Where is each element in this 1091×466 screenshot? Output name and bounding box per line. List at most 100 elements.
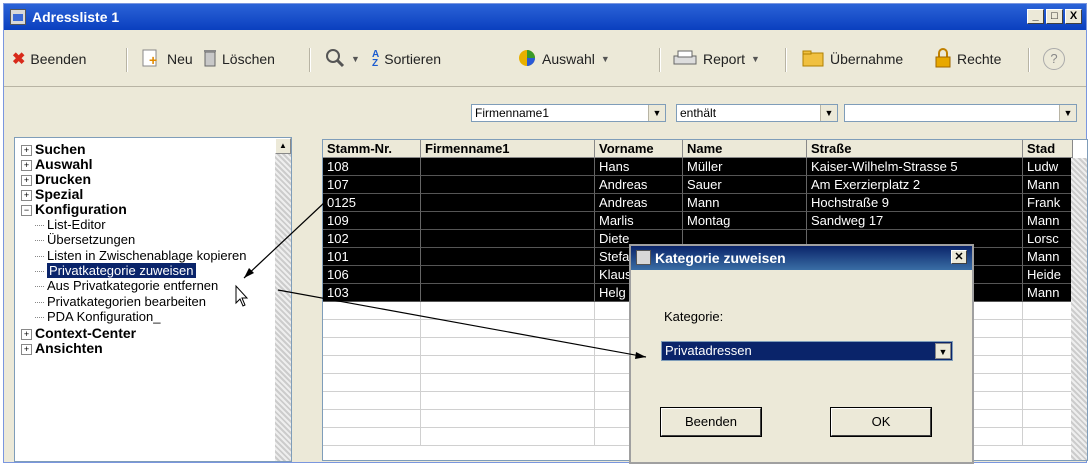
table-cell[interactable]	[421, 320, 595, 338]
table-cell[interactable]: Andreas	[595, 194, 683, 212]
collapse-icon[interactable]: −	[21, 205, 32, 216]
column-header[interactable]: Vorname	[595, 140, 683, 158]
table-cell[interactable]	[421, 176, 595, 194]
table-cell[interactable]: Andreas	[595, 176, 683, 194]
expand-icon[interactable]: +	[21, 344, 32, 355]
table-cell[interactable]: Müller	[683, 158, 807, 176]
table-cell[interactable]	[421, 410, 595, 428]
tree-item-privatkategorie-zuweisen[interactable]: Privatkategorie zuweisen	[33, 263, 196, 278]
table-cell[interactable]: Montag	[683, 212, 807, 230]
table-cell[interactable]	[323, 410, 421, 428]
table-cell[interactable]: Mann	[683, 194, 807, 212]
scroll-up-icon[interactable]: ▲	[275, 138, 291, 154]
table-cell[interactable]: Mann	[1023, 176, 1073, 194]
tree-node-context-center[interactable]: + Context-Center	[21, 326, 136, 341]
table-cell[interactable]: Lorsc	[1023, 230, 1073, 248]
table-cell[interactable]	[1023, 392, 1073, 410]
column-header[interactable]: Name	[683, 140, 807, 158]
table-cell[interactable]	[421, 284, 595, 302]
chevron-down-icon[interactable]: ▼	[820, 105, 837, 121]
table-cell[interactable]	[421, 212, 595, 230]
dialog-ok-button[interactable]: OK	[830, 407, 932, 437]
table-cell[interactable]	[323, 356, 421, 374]
table-cell[interactable]: 109	[323, 212, 421, 230]
table-cell[interactable]: Mann	[1023, 212, 1073, 230]
auswahl-button[interactable]: Auswahl ▼	[517, 46, 610, 72]
filter-field-select[interactable]: Firmenname1 ▼	[471, 104, 666, 122]
table-cell[interactable]: Marlis	[595, 212, 683, 230]
grid-scrollbar[interactable]	[1071, 158, 1087, 460]
chevron-down-icon[interactable]: ▼	[1059, 105, 1076, 121]
filter-operator-select[interactable]: enthält ▼	[676, 104, 838, 122]
table-cell[interactable]: 101	[323, 248, 421, 266]
tree-node-spezial[interactable]: + Spezial	[21, 187, 83, 202]
tree-item-pda-konfiguration[interactable]: PDA Konfiguration_	[33, 310, 160, 324]
tree-item-privatkategorien-bearbeiten[interactable]: Privatkategorien bearbeiten	[33, 295, 206, 309]
table-cell[interactable]: 103	[323, 284, 421, 302]
tree-node-auswahl[interactable]: + Auswahl	[21, 157, 93, 172]
table-cell[interactable]: Ludw	[1023, 158, 1073, 176]
kategorie-select[interactable]: Privatadressen ▼	[661, 341, 953, 361]
table-cell[interactable]	[323, 320, 421, 338]
table-cell[interactable]	[1023, 410, 1073, 428]
tree-item-aus-privatkategorie-entfernen[interactable]: Aus Privatkategorie entfernen	[33, 279, 218, 293]
table-cell[interactable]: Heide	[1023, 266, 1073, 284]
dialog-cancel-button[interactable]: Beenden	[660, 407, 762, 437]
tree-node-konfiguration[interactable]: − Konfiguration	[21, 202, 127, 217]
table-cell[interactable]: Kaiser-Wilhelm-Strasse 5	[807, 158, 1023, 176]
tree-item-uebersetzungen[interactable]: Übersetzungen	[33, 233, 135, 247]
table-cell[interactable]: Mann	[1023, 248, 1073, 266]
table-cell[interactable]	[421, 356, 595, 374]
table-cell[interactable]: Hochstraße 9	[807, 194, 1023, 212]
title-bar[interactable]: Adressliste 1 _ □ X	[4, 4, 1086, 30]
table-cell[interactable]	[421, 428, 595, 446]
table-cell[interactable]: 106	[323, 266, 421, 284]
uebernahme-button[interactable]: Übernahme	[801, 46, 903, 72]
table-cell[interactable]	[421, 248, 595, 266]
search-button[interactable]: ▼	[324, 46, 360, 72]
table-cell[interactable]	[421, 158, 595, 176]
beenden-button[interactable]: ✖ Beenden	[12, 46, 86, 72]
dialog-title-bar[interactable]: Kategorie zuweisen ✕	[631, 246, 972, 270]
column-header[interactable]: Firmenname1	[421, 140, 595, 158]
table-cell[interactable]	[421, 302, 595, 320]
table-row[interactable]: 107 Andreas Sauer Am Exerzierplatz 2 Mann	[323, 176, 1073, 194]
table-cell[interactable]	[323, 338, 421, 356]
table-cell[interactable]: Am Exerzierplatz 2	[807, 176, 1023, 194]
table-cell[interactable]	[421, 194, 595, 212]
table-row[interactable]: 0125 Andreas Mann Hochstraße 9 Frank	[323, 194, 1073, 212]
table-cell[interactable]	[323, 428, 421, 446]
column-header[interactable]: Straße	[807, 140, 1023, 158]
tree-item-list-editor[interactable]: List-Editor	[33, 218, 106, 232]
rechte-button[interactable]: Rechte	[934, 46, 1001, 72]
tree-node-drucken[interactable]: + Drucken	[21, 172, 91, 187]
expand-icon[interactable]: +	[21, 145, 32, 156]
dialog-close-icon[interactable]: ✕	[951, 250, 967, 264]
tree-node-ansichten[interactable]: + Ansichten	[21, 341, 103, 356]
minimize-button[interactable]: _	[1027, 9, 1044, 24]
loeschen-button[interactable]: Löschen	[203, 46, 275, 72]
table-cell[interactable]	[1023, 338, 1073, 356]
table-cell[interactable]	[421, 230, 595, 248]
table-cell[interactable]	[1023, 356, 1073, 374]
table-row[interactable]: 108 Hans Müller Kaiser-Wilhelm-Strasse 5 Lud…	[323, 158, 1073, 176]
expand-icon[interactable]: +	[21, 160, 32, 171]
table-cell[interactable]	[323, 302, 421, 320]
table-cell[interactable]	[1023, 302, 1073, 320]
table-cell[interactable]: 107	[323, 176, 421, 194]
table-cell[interactable]	[1023, 374, 1073, 392]
table-cell[interactable]	[1023, 320, 1073, 338]
close-button[interactable]: X	[1065, 9, 1082, 24]
table-cell[interactable]: 108	[323, 158, 421, 176]
expand-icon[interactable]: +	[21, 175, 32, 186]
tree-scrollbar[interactable]: ▲	[275, 138, 291, 461]
table-cell[interactable]	[421, 338, 595, 356]
sortieren-button[interactable]: AZ Sortieren	[372, 46, 441, 72]
maximize-button[interactable]: □	[1046, 9, 1063, 24]
table-cell[interactable]	[1023, 428, 1073, 446]
table-cell[interactable]: 102	[323, 230, 421, 248]
help-button[interactable]: ?	[1043, 46, 1070, 72]
table-cell[interactable]: Sauer	[683, 176, 807, 194]
table-cell[interactable]	[323, 374, 421, 392]
expand-icon[interactable]: +	[21, 329, 32, 340]
